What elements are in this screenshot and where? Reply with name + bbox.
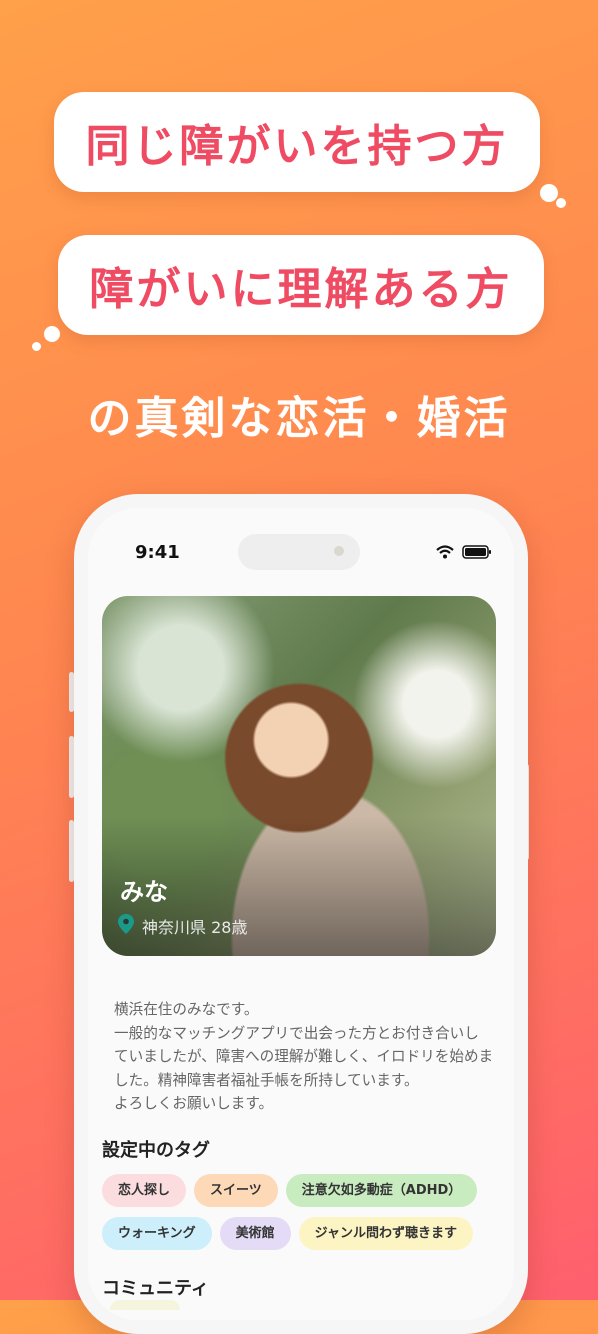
headline-bubble-1: 同じ障がいを持つ方	[54, 92, 540, 192]
location-text: 神奈川県 28歳	[142, 918, 248, 937]
status-icons	[436, 544, 492, 563]
wifi-icon	[436, 544, 454, 563]
tagline: の真剣な恋活・婚活	[87, 393, 511, 444]
tags-section-title: 設定中のタグ	[102, 1140, 210, 1161]
tag-chip[interactable]: 注意欠如多動症（ADHD）	[285, 1174, 478, 1207]
bubble-dot	[44, 326, 60, 342]
location-pin-icon	[118, 914, 134, 938]
profile-photo[interactable]: みな 神奈川県 28歳	[102, 596, 496, 956]
headline-line2: 障がいに理解ある方	[89, 264, 513, 315]
profile-name: みな	[120, 878, 168, 906]
battery-icon	[462, 544, 492, 563]
tag-chip[interactable]: 恋人探し	[102, 1174, 187, 1207]
community-section-title: コミュニティ	[102, 1278, 209, 1299]
status-time: 9:41	[135, 542, 180, 563]
dynamic-island	[238, 534, 360, 570]
tag-chip[interactable]: スイーツ	[194, 1174, 278, 1207]
tag-chip[interactable]: 美術館	[219, 1217, 291, 1250]
phone-frame: 9:41 みな 神奈川県 28歳 横浜在住のみなです。 一般的なマッチングアプリ…	[74, 494, 528, 1334]
bubble-dot	[540, 184, 558, 202]
profile-location: 神奈川県 28歳	[118, 914, 247, 938]
camera-dot	[334, 546, 344, 556]
bubble-dot	[32, 342, 41, 351]
headline-bubble-2: 障がいに理解ある方	[58, 235, 544, 335]
tag-list: 恋人探し スイーツ 注意欠如多動症（ADHD） ウォーキング 美術館 ジャンル問…	[102, 1174, 492, 1250]
bubble-dot	[556, 198, 566, 208]
tag-chip[interactable]: ウォーキング	[102, 1217, 212, 1250]
profile-bio: 横浜在住のみなです。 一般的なマッチングアプリで出会った方とお付き合いし ていま…	[114, 1001, 494, 1112]
headline-line1: 同じ障がいを持つ方	[85, 121, 509, 172]
tag-chip[interactable]: ジャンル問わず聴きます	[298, 1217, 473, 1250]
community-chip[interactable]	[110, 1300, 180, 1310]
phone-screen: 9:41 みな 神奈川県 28歳 横浜在住のみなです。 一般的なマッチングアプリ…	[88, 508, 514, 1320]
